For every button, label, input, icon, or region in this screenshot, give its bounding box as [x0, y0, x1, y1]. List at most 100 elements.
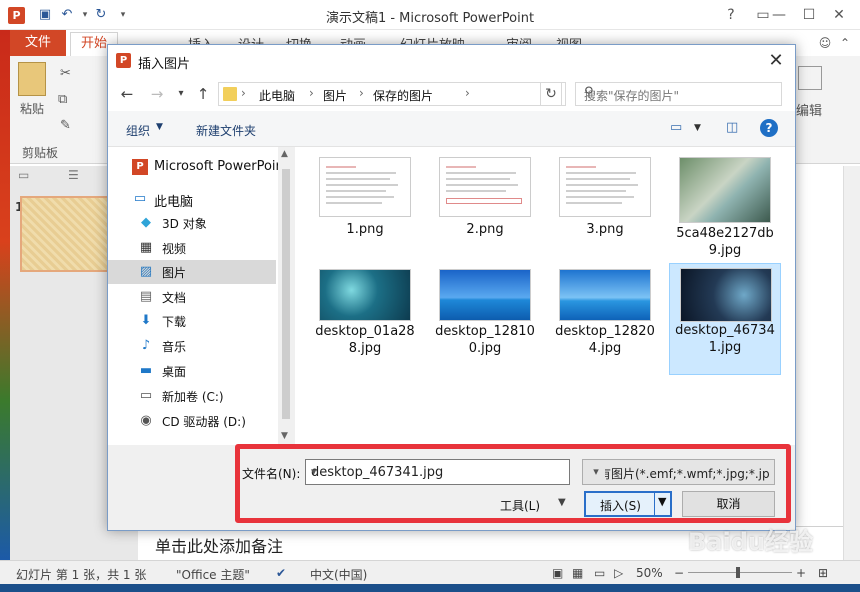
nav-scrollbar[interactable]: ▲ ▼	[278, 147, 294, 445]
nav-item-label: 音乐	[162, 340, 187, 354]
filename-input[interactable]: desktop_467341.jpg ▾	[305, 459, 570, 485]
file-name: desktop_467341.jpg	[675, 323, 775, 355]
reading-view-icon[interactable]: ▭	[594, 566, 605, 580]
format-painter-icon[interactable]: ✎	[60, 118, 71, 133]
breadcrumb-this-pc[interactable]: 此电脑	[259, 87, 295, 104]
zoom-level[interactable]: 50%	[636, 566, 663, 580]
breadcrumb-separator-icon[interactable]: ›	[241, 86, 246, 100]
copy-icon[interactable]: ⧉	[58, 92, 67, 107]
help-icon[interactable]: ?	[716, 4, 746, 26]
nav-item-3d-objects[interactable]: ◆ 3D 对象	[108, 211, 276, 235]
nav-item-documents[interactable]: ▤ 文档	[108, 285, 276, 309]
nav-item-cd-drive[interactable]: ◉ CD 驱动器 (D:)	[108, 409, 276, 433]
dialog-title-bar: P 插入图片 ✕	[108, 45, 795, 77]
zoom-slider-thumb[interactable]	[736, 567, 740, 578]
cut-icon[interactable]: ✂	[60, 66, 71, 81]
file-name: desktop_01a288.jpg	[315, 324, 415, 356]
file-item[interactable]: desktop_128204.jpg	[549, 263, 661, 375]
file-item[interactable]: 1.png	[309, 151, 421, 263]
language[interactable]: 中文(中国)	[310, 566, 367, 583]
filetype-select[interactable]: 所有图片(*.emf;*.wmf;*.jpg;*.jp ▾	[582, 459, 775, 485]
fit-slide-icon[interactable]: ⊞	[818, 566, 828, 580]
find-icon[interactable]	[798, 66, 822, 90]
view-dropdown-icon[interactable]: ▼	[694, 123, 701, 133]
nav-item-desktop[interactable]: ▬ 桌面	[108, 359, 276, 383]
edit-button[interactable]: 编辑	[796, 100, 822, 119]
close-icon[interactable]: ✕	[824, 4, 854, 26]
file-name: 5ca48e2127db9.jpg	[676, 226, 774, 258]
recent-locations-icon[interactable]: ▾	[172, 85, 190, 103]
insert-button[interactable]: 插入(S) ▼	[584, 491, 672, 517]
breadcrumb-separator-icon[interactable]: ›	[359, 86, 364, 100]
scroll-down-icon[interactable]: ▼	[281, 431, 288, 441]
download-icon: ⬇	[140, 313, 152, 328]
up-icon[interactable]: ↑	[194, 85, 212, 103]
organize-button[interactable]: 组织	[126, 122, 150, 139]
tools-button[interactable]: 工具(L)	[500, 497, 540, 514]
new-folder-button[interactable]: 新建文件夹	[196, 122, 256, 139]
tools-dropdown-icon[interactable]: ▼	[558, 497, 566, 508]
breadcrumb-pictures[interactable]: 图片	[323, 87, 347, 104]
nav-item-label: 新加卷 (C:)	[162, 390, 224, 404]
organize-dropdown-icon[interactable]: ▼	[156, 122, 163, 132]
3d-objects-icon: ◆	[141, 215, 151, 230]
filename-dropdown-icon[interactable]: ▾	[311, 465, 565, 478]
clipboard-group-label: 剪贴板	[22, 146, 59, 160]
change-view-icon[interactable]: ▭	[670, 120, 682, 135]
preview-pane-icon[interactable]: ◫	[726, 120, 738, 135]
nav-item-this-pc[interactable]: ▭ 此电脑	[108, 187, 276, 211]
outline-tab-icon[interactable]: ☰	[68, 168, 79, 182]
nav-item-music[interactable]: ♪ 音乐	[108, 334, 276, 358]
nav-item-pictures[interactable]: ▨ 图片	[108, 260, 276, 284]
nav-item-label: 此电脑	[154, 195, 194, 210]
slides-tab-icon[interactable]: ▭	[18, 168, 29, 182]
file-name: 3.png	[586, 222, 624, 237]
file-item[interactable]: 5ca48e2127db9.jpg	[669, 151, 781, 263]
documents-icon: ▤	[139, 289, 153, 304]
file-item[interactable]: 2.png	[429, 151, 541, 263]
tab-file[interactable]: 文件	[10, 30, 66, 56]
slideshow-view-icon[interactable]: ▷	[614, 566, 623, 580]
file-item[interactable]: 3.png	[549, 151, 661, 263]
zoom-slider[interactable]	[688, 572, 792, 573]
spellcheck-icon[interactable]: ✔	[276, 566, 286, 580]
file-item[interactable]: desktop_01a288.jpg	[309, 263, 421, 375]
dialog-help-icon[interactable]: ?	[760, 119, 778, 137]
breadcrumb-separator-icon[interactable]: ›	[309, 86, 314, 100]
filetype-dropdown-icon[interactable]: ▾	[587, 460, 605, 484]
file-item-selected[interactable]: desktop_467341.jpg	[669, 263, 781, 375]
cancel-button[interactable]: 取消	[682, 491, 775, 517]
slide-sorter-icon[interactable]: ▦	[572, 566, 583, 580]
file-name: desktop_128204.jpg	[555, 324, 655, 356]
nav-item-videos[interactable]: ▦ 视频	[108, 236, 276, 260]
taskbar-strip	[0, 584, 860, 592]
nav-item-powerpoint[interactable]: P Microsoft PowerPoir	[108, 155, 281, 179]
refresh-icon[interactable]: ↻	[540, 82, 562, 106]
vertical-scrollbar[interactable]	[843, 166, 860, 560]
breadcrumb-saved-pictures[interactable]: 保存的图片	[373, 87, 433, 104]
search-icon[interactable]: ⚲	[584, 85, 775, 100]
address-bar[interactable]: › 此电脑 › 图片 › 保存的图片 › ▾	[218, 82, 566, 106]
zoom-out-icon[interactable]: −	[674, 566, 684, 580]
navigation-pane: P Microsoft PowerPoir ▭ 此电脑 ◆ 3D 对象 ▦ 视频…	[108, 147, 294, 445]
forward-icon[interactable]: →	[148, 85, 166, 103]
zoom-in-icon[interactable]: +	[796, 566, 806, 580]
minimize-icon[interactable]: —	[764, 4, 794, 26]
breadcrumb-separator-icon[interactable]: ›	[465, 86, 470, 100]
nav-item-drive-c[interactable]: ▭ 新加卷 (C:)	[108, 384, 276, 408]
back-icon[interactable]: ←	[118, 85, 136, 103]
normal-view-icon[interactable]: ▣	[552, 566, 563, 580]
nav-item-label: 下载	[162, 315, 187, 329]
dialog-close-icon[interactable]: ✕	[763, 49, 789, 73]
drive-icon: ▭	[139, 388, 153, 403]
nav-item-downloads[interactable]: ⬇ 下载	[108, 309, 276, 333]
insert-dropdown-icon[interactable]: ▼	[658, 495, 666, 508]
search-input[interactable]: 搜索"保存的图片" ⚲	[575, 82, 782, 106]
maximize-icon[interactable]: ☐	[794, 4, 824, 26]
scroll-up-icon[interactable]: ▲	[281, 149, 288, 159]
file-item[interactable]: desktop_128100.jpg	[429, 263, 541, 375]
collapse-ribbon-icon[interactable]: ⌃	[830, 32, 860, 54]
paste-button[interactable]: 粘贴	[20, 100, 44, 117]
nav-scroll-thumb[interactable]	[282, 169, 290, 419]
paste-icon[interactable]	[18, 62, 46, 96]
